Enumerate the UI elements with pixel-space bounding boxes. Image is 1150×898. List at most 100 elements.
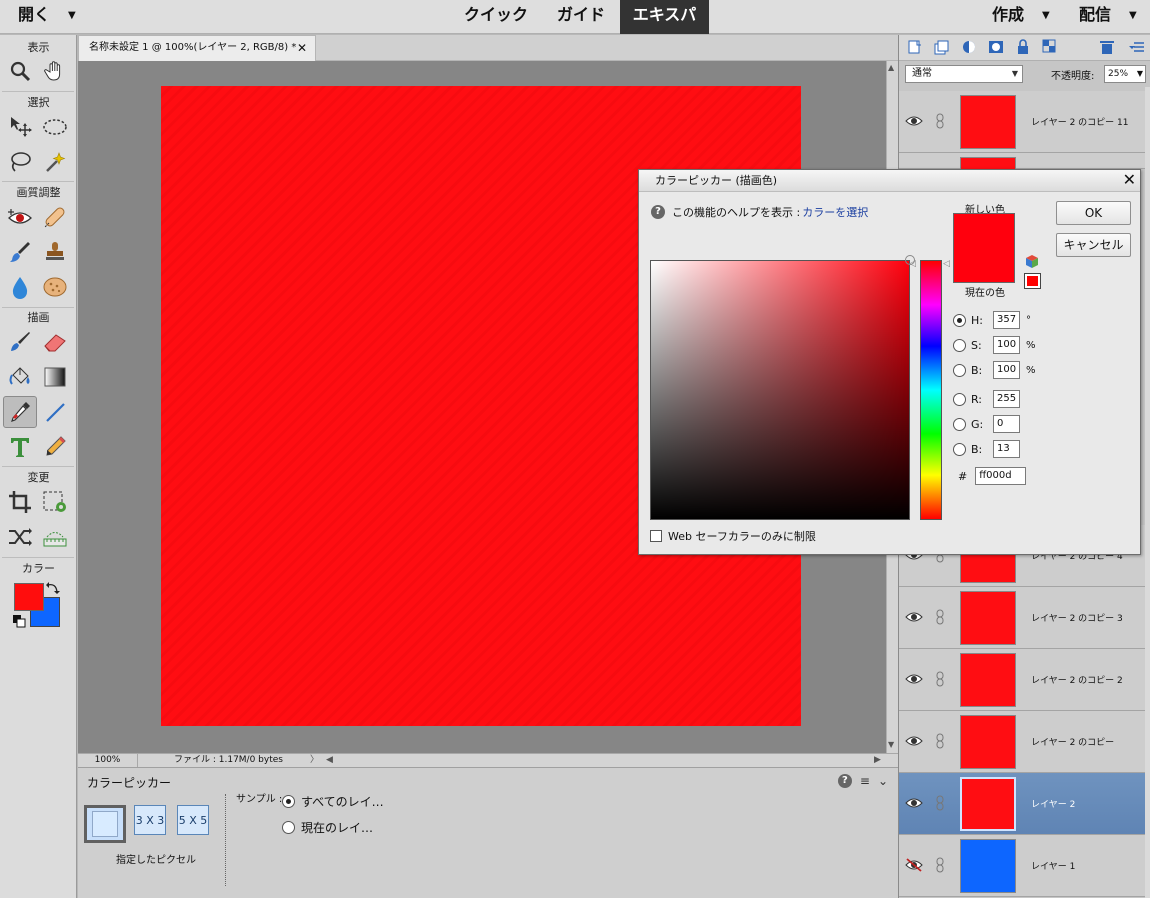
trash-icon[interactable] xyxy=(1099,39,1115,55)
dialog-title-bar[interactable]: カラーピッカー (描画色) ✕ xyxy=(639,170,1140,192)
status-menu-icon[interactable]: 〉 xyxy=(310,754,319,767)
hand-tool[interactable] xyxy=(38,55,72,87)
layer-thumbnail[interactable] xyxy=(960,839,1016,893)
eye-icon[interactable] xyxy=(905,796,923,810)
layer-thumbnail[interactable] xyxy=(960,653,1016,707)
layer-name[interactable]: レイヤー 2 のコピー xyxy=(1031,735,1114,748)
share-menu[interactable]: 配信 ▼ xyxy=(1079,0,1137,34)
sample-5x5-button[interactable]: 5 X 5 xyxy=(177,805,209,835)
marquee-tool[interactable] xyxy=(38,111,72,143)
eye-icon[interactable] xyxy=(905,610,923,624)
layer-thumbnail[interactable] xyxy=(960,591,1016,645)
web-safe-checkbox-row[interactable]: Web セーフカラーのみに制限 xyxy=(650,528,816,544)
clone-stamp-tool[interactable] xyxy=(38,236,72,268)
zoom-tool[interactable] xyxy=(3,55,37,87)
hue-input[interactable]: 357 xyxy=(993,311,1020,329)
eye-icon[interactable] xyxy=(905,672,923,686)
blue-input[interactable]: 13 xyxy=(993,440,1020,458)
default-colors-icon[interactable] xyxy=(13,615,27,629)
saturation-radio[interactable] xyxy=(953,338,966,352)
layer-name[interactable]: レイヤー 2 のコピー 11 xyxy=(1031,115,1129,128)
eraser-tool[interactable] xyxy=(38,326,72,358)
sample-point-button[interactable] xyxy=(84,805,126,843)
layer-row[interactable]: レイヤー 2 xyxy=(899,773,1145,835)
eye-icon[interactable] xyxy=(905,114,923,128)
current-color-swatch[interactable] xyxy=(953,248,1015,283)
mode-expert[interactable]: エキスパート xyxy=(620,0,709,54)
mode-guided[interactable]: ガイド xyxy=(557,0,605,34)
green-radio[interactable] xyxy=(953,417,966,431)
smart-brush-tool[interactable] xyxy=(3,236,37,268)
hex-input[interactable]: ff000d xyxy=(975,467,1027,485)
ok-button[interactable]: OK xyxy=(1056,201,1131,225)
layer-thumbnail[interactable] xyxy=(960,95,1016,149)
layer-name[interactable]: レイヤー 2 xyxy=(1031,797,1075,810)
blue-radio[interactable] xyxy=(953,442,966,456)
sample-3x3-button[interactable]: 3 X 3 xyxy=(134,805,166,835)
foreground-color-swatch[interactable] xyxy=(14,583,44,611)
close-icon[interactable]: ✕ xyxy=(1123,170,1136,190)
panel-menu-icon[interactable] xyxy=(1129,39,1145,55)
layer-row[interactable]: レイヤー 1 xyxy=(899,835,1145,897)
lasso-tool[interactable] xyxy=(3,146,37,178)
red-radio[interactable] xyxy=(953,392,966,406)
move-tool[interactable] xyxy=(3,111,37,143)
layer-row[interactable]: レイヤー 2 のコピー 11 xyxy=(899,91,1145,153)
brush-tool[interactable] xyxy=(3,326,37,358)
layers-scrollbar[interactable] xyxy=(1145,87,1150,898)
link-icon[interactable] xyxy=(935,733,945,749)
scroll-right-icon[interactable]: ▶ xyxy=(874,754,881,767)
crop-tool[interactable] xyxy=(3,486,37,518)
scroll-up-icon[interactable]: ▲ xyxy=(888,63,894,72)
saturation-input[interactable]: 100 xyxy=(993,336,1020,354)
line-tool[interactable] xyxy=(38,396,72,428)
options-menu-icon[interactable]: ≡ xyxy=(860,774,870,788)
lock-icon[interactable] xyxy=(1015,39,1031,55)
layer-thumbnail[interactable] xyxy=(960,777,1016,831)
layer-name[interactable]: レイヤー 2 のコピー 2 xyxy=(1031,673,1123,686)
sponge-tool[interactable] xyxy=(38,271,72,303)
brightness-input[interactable]: 100 xyxy=(993,361,1020,379)
radio-all-layers[interactable]: すべてのレイ… xyxy=(282,793,384,810)
content-aware-move-tool[interactable] xyxy=(3,521,37,553)
swap-colors-icon[interactable] xyxy=(46,581,60,595)
link-icon[interactable] xyxy=(935,609,945,625)
layer-row[interactable]: レイヤー 2 のコピー xyxy=(899,711,1145,773)
layer-name[interactable]: レイヤー 1 xyxy=(1031,859,1075,872)
opacity-field[interactable]: 25% ▼ xyxy=(1104,65,1146,83)
spot-healing-tool[interactable] xyxy=(38,201,72,233)
radio-current-layer[interactable]: 現在のレイ… xyxy=(282,819,373,836)
out-of-gamut-cube-icon[interactable] xyxy=(1025,254,1039,268)
layer-mask-icon[interactable] xyxy=(988,39,1004,55)
link-icon[interactable] xyxy=(935,857,945,873)
link-icon[interactable] xyxy=(935,671,945,687)
blend-mode-select[interactable]: 通常 ▼ xyxy=(905,65,1023,83)
link-icon[interactable] xyxy=(935,113,945,129)
straighten-tool[interactable] xyxy=(38,521,72,553)
paint-bucket-tool[interactable] xyxy=(3,361,37,393)
layer-name[interactable]: レイヤー 2 のコピー 3 xyxy=(1031,611,1123,624)
zoom-level[interactable]: 100% xyxy=(78,754,138,768)
cancel-button[interactable]: キャンセル xyxy=(1056,233,1131,257)
layer-row[interactable] xyxy=(899,153,1145,171)
pencil-tool[interactable] xyxy=(38,431,72,463)
close-icon[interactable]: ✕ xyxy=(297,36,307,60)
red-input[interactable]: 255 xyxy=(993,390,1020,408)
new-layer-icon[interactable] xyxy=(907,39,923,55)
layer-thumbnail[interactable] xyxy=(960,715,1016,769)
saturation-brightness-field[interactable] xyxy=(650,255,915,520)
web-safe-swatch[interactable] xyxy=(1024,273,1041,289)
scroll-down-icon[interactable]: ▼ xyxy=(888,740,894,749)
hue-radio[interactable] xyxy=(953,313,966,327)
mode-quick[interactable]: クイック xyxy=(464,0,528,34)
help-link[interactable]: カラーを選択 xyxy=(802,204,868,220)
magic-wand-tool[interactable] xyxy=(38,146,72,178)
link-icon[interactable] xyxy=(935,795,945,811)
adjustment-layer-icon[interactable] xyxy=(961,39,977,55)
eye-hidden-icon[interactable] xyxy=(905,858,923,872)
document-tab[interactable]: 名称未設定 1 @ 100%(レイヤー 2, RGB/8) * ✕ xyxy=(78,35,316,61)
layer-row[interactable]: レイヤー 2 のコピー 2 xyxy=(899,649,1145,711)
type-tool[interactable] xyxy=(3,431,37,463)
gradient-tool[interactable] xyxy=(38,361,72,393)
help-icon[interactable]: ? xyxy=(837,774,852,788)
